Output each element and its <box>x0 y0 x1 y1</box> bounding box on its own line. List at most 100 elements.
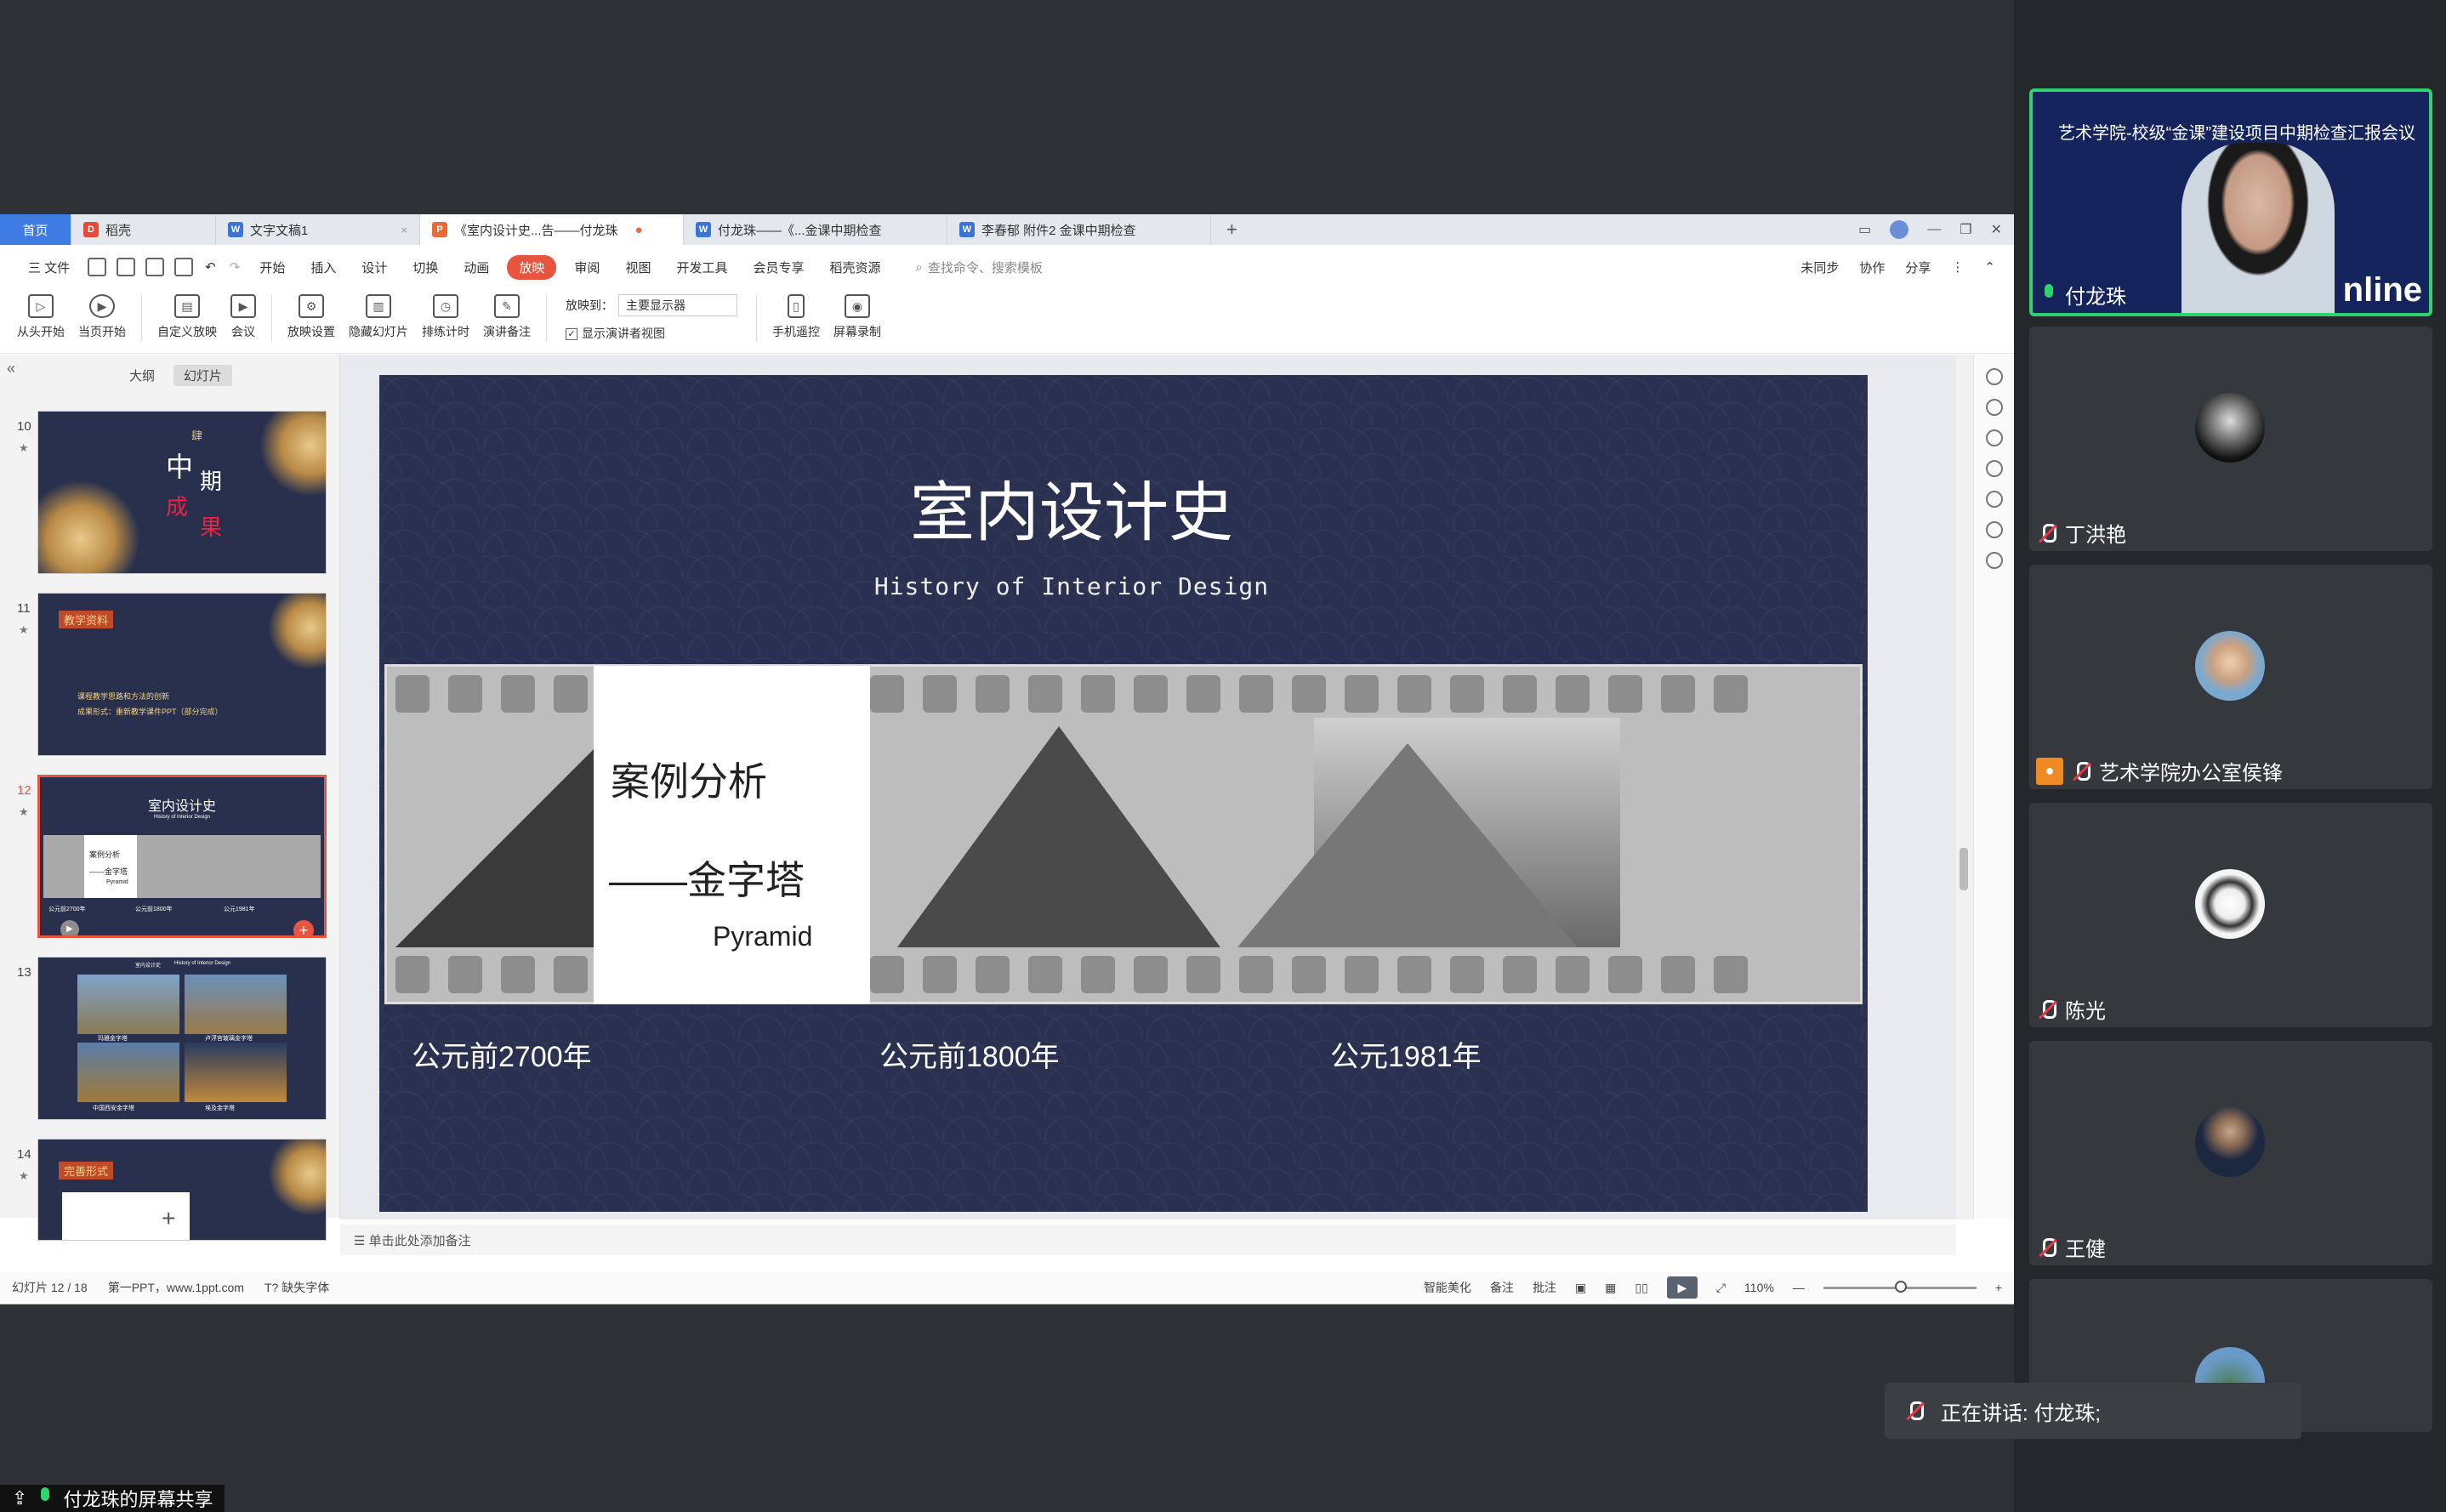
participant-card[interactable]: ● 艺术学院办公室侯锋 <box>2029 565 2432 789</box>
help-icon[interactable] <box>1985 460 2003 477</box>
rehearse-timing-button[interactable]: ◷ 排练计时 <box>415 294 476 340</box>
scroll-thumb[interactable] <box>1960 848 1968 890</box>
menu-slideshow[interactable]: 放映 <box>507 254 557 280</box>
menu-design[interactable]: 设计 <box>349 259 400 276</box>
template-icon[interactable] <box>1985 429 2003 446</box>
slide-thumbnail[interactable]: 室内设计史 History of Interior Design 案例分析 ——… <box>37 775 327 938</box>
add-slide-button[interactable]: + <box>162 1205 175 1232</box>
hide-slide-button[interactable]: ▥ 隐藏幻灯片 <box>342 294 415 340</box>
vertical-scrollbar[interactable] <box>1956 355 1973 1219</box>
menu-developer[interactable]: 开发工具 <box>663 259 740 276</box>
giza-pyramid-photo <box>395 743 600 947</box>
fit-icon[interactable]: ⤢ <box>1716 1281 1726 1295</box>
play-from-start-button[interactable]: ▷ 从头开始 <box>10 294 71 340</box>
tab-outline[interactable]: 大纲 <box>119 365 165 386</box>
speaker-notes-button[interactable]: ✎ 演讲备注 <box>476 294 538 340</box>
meeting-button[interactable]: ▶ 会议 <box>224 294 263 340</box>
tab-word-report[interactable]: W 付龙珠——《...金课中期检查 <box>684 214 947 245</box>
cube-icon[interactable] <box>1985 552 2003 569</box>
show-settings-button[interactable]: ⚙ 放映设置 <box>281 294 342 340</box>
speaking-indicator: 正在讲话: 付龙珠; <box>1885 1383 2301 1439</box>
tab-ppt-active[interactable]: P 《室内设计史...告——付龙珠 ● <box>420 214 684 245</box>
zoom-level[interactable]: 110% <box>1744 1281 1774 1294</box>
thumb-text: 课程教学思路和方法的创新 <box>77 692 170 701</box>
menu-insert[interactable]: 插入 <box>298 259 349 276</box>
play-current-button[interactable]: ▶ 当页开始 <box>71 294 133 340</box>
slide-thumbnail[interactable]: 肆 中 期 成 果 <box>37 411 327 574</box>
slide-thumbnail[interactable]: 完善形式 <box>37 1139 327 1241</box>
grid-view-icon[interactable]: ▦ <box>1605 1281 1616 1295</box>
comments-button[interactable]: 批注 <box>1533 1279 1556 1296</box>
account-avatar[interactable] <box>1890 220 1909 239</box>
menu-start[interactable]: 开始 <box>247 259 298 276</box>
zoom-slider-knob[interactable] <box>1894 1280 1907 1293</box>
notes-toggle-button[interactable]: 备注 <box>1490 1279 1514 1296</box>
reading-view-icon[interactable]: ▯▯ <box>1635 1281 1647 1295</box>
tablet-mode-icon[interactable]: ▭ <box>1858 221 1871 238</box>
tab-docer[interactable]: D 稻壳 <box>71 214 216 245</box>
tab-text-doc[interactable]: W 文字文稿1 × <box>216 214 420 245</box>
new-tab-button[interactable]: + <box>1211 214 1253 245</box>
checkbox-icon[interactable]: ✓ <box>566 328 577 341</box>
undo-icon[interactable]: ↶ <box>205 259 216 275</box>
print-icon[interactable] <box>145 258 165 276</box>
screen-record-button[interactable]: ◉ 屏幕录制 <box>827 294 888 340</box>
menu-view[interactable]: 视图 <box>612 259 663 276</box>
close-window-icon[interactable]: ✕ <box>1991 221 2002 238</box>
display-select[interactable]: 主要显示器 <box>618 294 737 316</box>
sync-status[interactable]: 未同步 <box>1800 259 1839 276</box>
case-subtitle: ——金字塔 <box>609 858 805 902</box>
collapse-pane-icon[interactable]: « <box>7 360 15 378</box>
menu-docer[interactable]: 稻壳资源 <box>816 259 893 276</box>
menu-member[interactable]: 会员专享 <box>740 259 816 276</box>
zoom-in-icon[interactable]: + <box>1995 1281 2002 1294</box>
export-icon[interactable] <box>117 258 136 276</box>
preview-icon[interactable] <box>174 258 194 276</box>
participants-panel: 艺术学院-校级“金课”建设项目中期检查汇报会议 nline 付龙珠 丁洪艳 ● 艺… <box>2014 0 2446 1512</box>
file-menu[interactable]: 三 文件 <box>15 259 82 276</box>
add-icon[interactable]: + <box>293 920 314 935</box>
tab-slides[interactable]: 幻灯片 <box>173 365 233 386</box>
missing-font-button[interactable]: T? 缺失字体 <box>265 1279 329 1296</box>
collapse-ribbon-icon[interactable]: ⌃ <box>1984 259 1995 275</box>
presenter-view-row[interactable]: ✓ 显示演讲者视图 <box>566 325 737 342</box>
current-slide[interactable]: 室内设计史 History of Interior Design 案例分析 ——… <box>379 375 1868 1212</box>
smart-beautify-button[interactable]: 智能美化 <box>1424 1279 1471 1296</box>
location-icon[interactable] <box>1985 521 2003 538</box>
redo-icon[interactable]: ↷ <box>230 259 241 275</box>
close-icon[interactable]: × <box>384 224 407 236</box>
menu-animation[interactable]: 动画 <box>451 259 502 276</box>
menu-transition[interactable]: 切换 <box>400 259 451 276</box>
zoom-out-icon[interactable]: — <box>1793 1281 1805 1294</box>
image-icon[interactable] <box>1985 491 2003 508</box>
custom-show-button[interactable]: ▤ 自定义放映 <box>151 294 224 340</box>
play-icon[interactable]: ▶ <box>60 920 79 935</box>
play-slideshow-button[interactable]: ▶ <box>1666 1276 1698 1299</box>
tab-word-attachment[interactable]: W 李春郁 附件2 金课中期检查 <box>947 214 1211 245</box>
collaborate-button[interactable]: 协作 <box>1859 259 1885 276</box>
participant-card[interactable]: 丁洪艳 <box>2029 327 2432 551</box>
menu-review[interactable]: 审阅 <box>561 259 612 276</box>
phone-remote-button[interactable]: ▯ 手机遥控 <box>765 294 827 340</box>
mic-off-icon[interactable] <box>1903 1400 1926 1422</box>
share-button[interactable]: 分享 <box>1905 259 1931 276</box>
more-icon[interactable]: ⋮ <box>1951 259 1964 275</box>
button-label: 会议 <box>231 325 255 338</box>
notes-icon: ✎ <box>494 294 520 318</box>
participant-card[interactable]: 王健 <box>2029 1041 2432 1265</box>
command-search[interactable]: ⌕ 查找命令、搜索模板 <box>916 259 1043 276</box>
restore-icon[interactable]: ❐ <box>1960 221 1971 238</box>
pin-icon[interactable] <box>1985 399 2003 416</box>
zoom-slider[interactable] <box>1823 1280 1977 1293</box>
minimize-icon[interactable]: — <box>1927 222 1941 237</box>
notes-area[interactable]: ☰ 单击此处添加备注 <box>340 1225 1956 1255</box>
participant-video-card[interactable]: 艺术学院-校级“金课”建设项目中期检查汇报会议 nline 付龙珠 <box>2029 88 2432 316</box>
slide-thumbnail[interactable]: 教学资料 课程教学思路和方法的创新 成果形式：重新教学课件PPT（部分完成） <box>37 593 327 756</box>
normal-view-icon[interactable]: ▣ <box>1575 1281 1586 1295</box>
slide-thumbnail[interactable]: 室内设计史 History of Interior Design 玛雅金字塔 卢… <box>37 957 327 1120</box>
tab-home[interactable]: 首页 <box>0 214 71 245</box>
properties-icon[interactable] <box>1985 368 2003 385</box>
save-icon[interactable] <box>88 258 107 276</box>
participant-card[interactable]: 陈光 <box>2029 803 2432 1027</box>
participant-name-row: 王健 <box>2036 1232 2106 1262</box>
